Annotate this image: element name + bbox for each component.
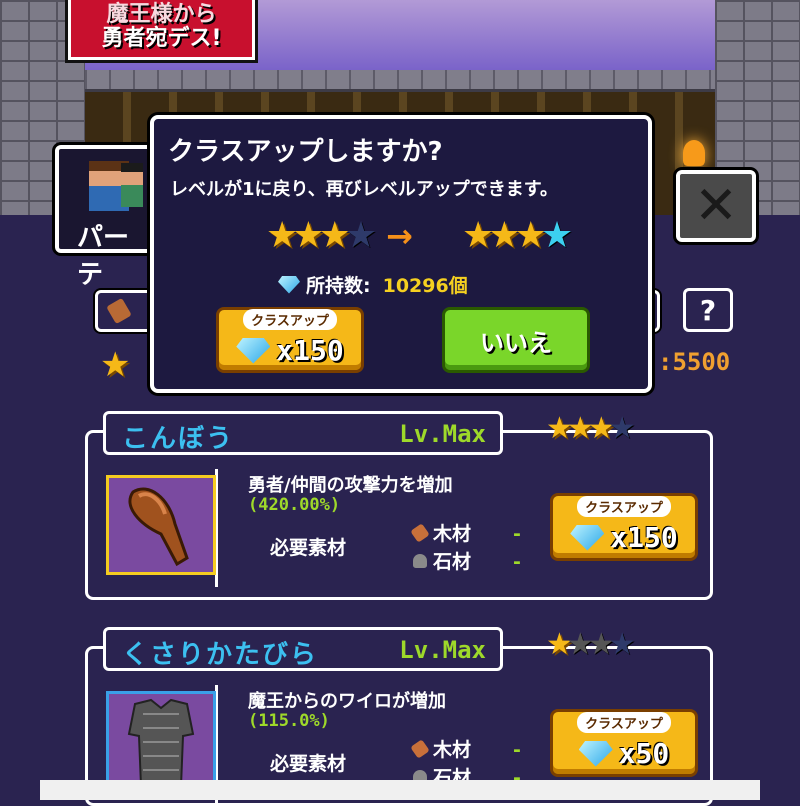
banner-line-1: 魔王様から <box>106 2 217 27</box>
classup-cost: x150 <box>610 521 678 554</box>
stars-after: ★★★★ <box>462 215 573 256</box>
chainmail-icon <box>106 691 216 791</box>
dialog-classup-cost: x150 <box>276 334 344 367</box>
gem-icon <box>278 275 300 294</box>
gem-icon <box>570 524 605 551</box>
item-icon-frame <box>100 469 218 587</box>
item-level: Lv.Max <box>399 636 486 664</box>
item-level: Lv.Max <box>399 420 486 448</box>
classup-button-label: クラスアップ <box>577 712 671 733</box>
classup-cost: x50 <box>618 737 670 770</box>
gem-icon <box>236 337 271 364</box>
castle-ledge <box>85 70 715 92</box>
wood-icon <box>410 523 430 543</box>
help-button[interactable]: ? <box>683 288 733 332</box>
wood-icon <box>106 297 132 325</box>
classup-button[interactable]: クラスアップ x50 <box>550 709 698 777</box>
owned-gems: 所持数: 10296個 <box>278 271 468 298</box>
item-rank-stars: ★★★★ <box>546 411 636 446</box>
classup-dialog: クラスアップしますか? レベルが1に戻り、再びレベルアップできます。 ★★★★ … <box>150 115 652 393</box>
currency-value: :5500 <box>658 348 731 376</box>
item-header: こんぼう Lv.Max <box>103 411 503 455</box>
gem-icon <box>578 740 613 767</box>
classup-button-label: クラスアップ <box>577 496 671 517</box>
item-bonus: (420.00%) <box>248 495 341 515</box>
banner-line-2: 勇者宛デス! <box>101 26 222 51</box>
owned-value: 10296個 <box>382 275 468 297</box>
material-row: 木材 - <box>410 519 521 546</box>
item-description: 勇者/仲間の攻撃力を増加 <box>248 475 453 496</box>
dialog-message: レベルが1に戻り、再びレベルアップできます。 <box>170 179 559 200</box>
material-amount: - <box>513 523 521 545</box>
item-rank-stars: ★★★★ <box>546 627 636 662</box>
star-icon: ★ <box>100 345 131 385</box>
material-amount: - <box>513 551 521 573</box>
arrow-icon: → <box>386 217 413 255</box>
item-card: こんぼう Lv.Max ★★★★ 勇者/仲間の攻撃力を増加 (420.00%) … <box>85 411 713 600</box>
material-name: 石材 <box>433 551 472 573</box>
item-description: 魔王からのワイロが増加 <box>248 691 446 712</box>
banner-notification[interactable]: 魔王様から 勇者宛デス! <box>68 0 255 60</box>
close-icon: ✕ <box>694 176 738 236</box>
club-icon <box>106 475 216 575</box>
dialog-no-button[interactable]: いいえ <box>442 307 590 373</box>
dialog-classup-label: クラスアップ <box>243 309 337 330</box>
dialog-title: クラスアップしますか? <box>168 137 443 167</box>
materials-label: 必要素材 <box>270 537 347 559</box>
close-button[interactable]: ✕ <box>676 170 756 242</box>
material-name: 木材 <box>433 739 472 761</box>
material-row: 木材 - <box>410 735 521 762</box>
stone-icon <box>413 554 427 568</box>
party-tab[interactable]: パーテ <box>55 145 155 290</box>
torch-icon <box>683 140 705 166</box>
owned-label: 所持数: <box>306 275 371 297</box>
item-header: くさりかたびら Lv.Max <box>103 627 503 671</box>
material-amount: - <box>513 739 521 761</box>
dialog-classup-button[interactable]: クラスアップ x150 <box>216 307 364 373</box>
stars-before: ★★★★ <box>266 215 377 256</box>
material-name: 木材 <box>433 523 472 545</box>
materials-label: 必要素材 <box>270 753 347 775</box>
item-bonus: (115.0%) <box>248 711 330 731</box>
wood-icon <box>410 739 430 759</box>
material-row: 石材 - <box>413 547 521 574</box>
ally-sprite-icon <box>121 163 143 207</box>
item-name: くさりかたびら <box>122 640 319 670</box>
item-name: こんぼう <box>122 424 235 454</box>
party-tab-label: パーテ <box>77 223 130 290</box>
classup-button[interactable]: クラスアップ x150 <box>550 493 698 561</box>
bottom-bar <box>40 780 760 800</box>
